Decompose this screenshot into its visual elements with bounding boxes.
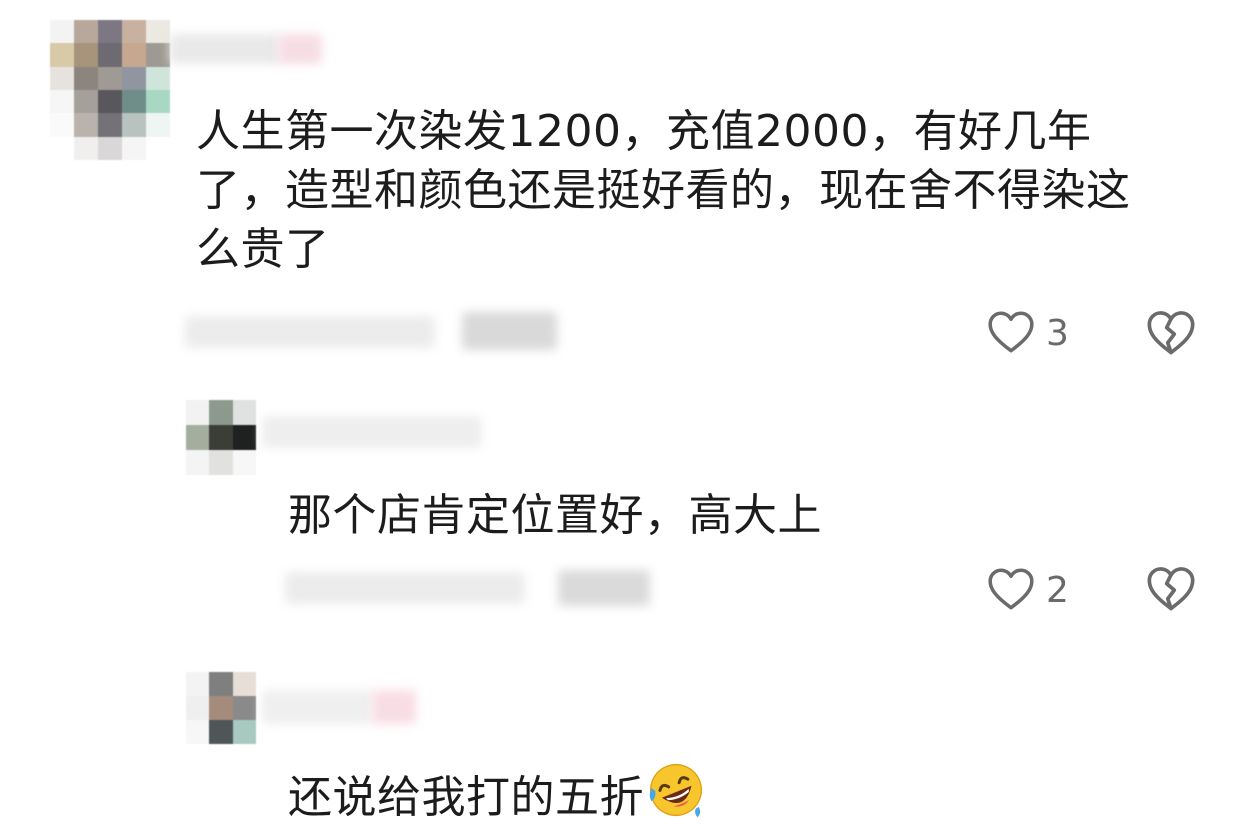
username[interactable]	[170, 34, 280, 64]
like-button[interactable]: 3	[986, 308, 1069, 358]
heart-outline-icon	[988, 311, 1034, 353]
like-count: 2	[1046, 569, 1069, 611]
like-button[interactable]: 2	[986, 565, 1069, 615]
heart-outline-icon	[988, 568, 1034, 610]
broken-heart-icon[interactable]	[1145, 563, 1197, 615]
comment-meta-time	[285, 572, 525, 604]
broken-heart-icon[interactable]	[1145, 307, 1197, 359]
comment-text: 人生第一次染发1200，充值2000，有好几年 了，造型和颜色还是挺好看的，现在…	[196, 106, 1131, 275]
avatar[interactable]	[50, 20, 170, 160]
comment-meta-time	[185, 316, 435, 348]
rolling-on-floor-laughing-icon	[649, 763, 703, 818]
username[interactable]	[262, 416, 482, 448]
avatar[interactable]	[186, 400, 256, 475]
comment-text-content: 还说给我打的五折	[288, 772, 644, 823]
comment-text: 那个店肯定位置好，高大上	[288, 490, 822, 541]
like-count: 3	[1046, 312, 1069, 354]
reply-button[interactable]	[462, 312, 557, 350]
reply-button[interactable]	[558, 570, 650, 606]
username-badge	[372, 690, 416, 724]
username[interactable]	[262, 690, 372, 724]
username-badge	[278, 34, 322, 64]
comment-text: 还说给我打的五折	[288, 760, 1188, 827]
avatar[interactable]	[186, 672, 256, 744]
